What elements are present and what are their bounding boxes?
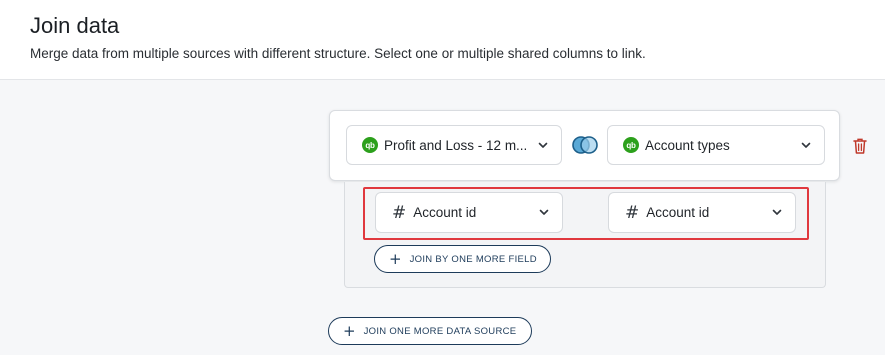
right-source-select[interactable]: qb Account types [607,125,825,165]
left-source-select[interactable]: qb Profit and Loss - 12 m... [346,125,562,165]
join-by-one-more-field-button[interactable]: + JOIN BY ONE MORE FIELD [374,245,551,273]
data-source-card: qb Profit and Loss - 12 m... qb Account … [329,110,840,181]
page-title: Join data [30,13,120,38]
join-one-more-data-source-label: JOIN ONE MORE DATA SOURCE [363,325,517,337]
join-one-more-data-source-button[interactable]: + JOIN ONE MORE DATA SOURCE [328,317,532,345]
quickbooks-icon: qb [623,137,639,153]
selection-highlight [363,187,809,240]
join-by-one-more-field-label: JOIN BY ONE MORE FIELD [409,253,537,265]
left-source-label: Profit and Loss - 12 m... [384,137,528,153]
chevron-down-icon [801,142,811,148]
chevron-down-icon [538,142,548,148]
page-subtitle: Merge data from multiple sources with di… [30,46,646,61]
right-source-label: Account types [645,137,730,153]
plus-icon: + [389,249,402,268]
trash-icon[interactable] [852,137,868,155]
plus-icon: + [343,321,356,340]
quickbooks-icon: qb [362,137,378,153]
venn-join-icon[interactable] [571,135,599,155]
page-header: Join data Merge data from multiple sourc… [0,0,885,80]
